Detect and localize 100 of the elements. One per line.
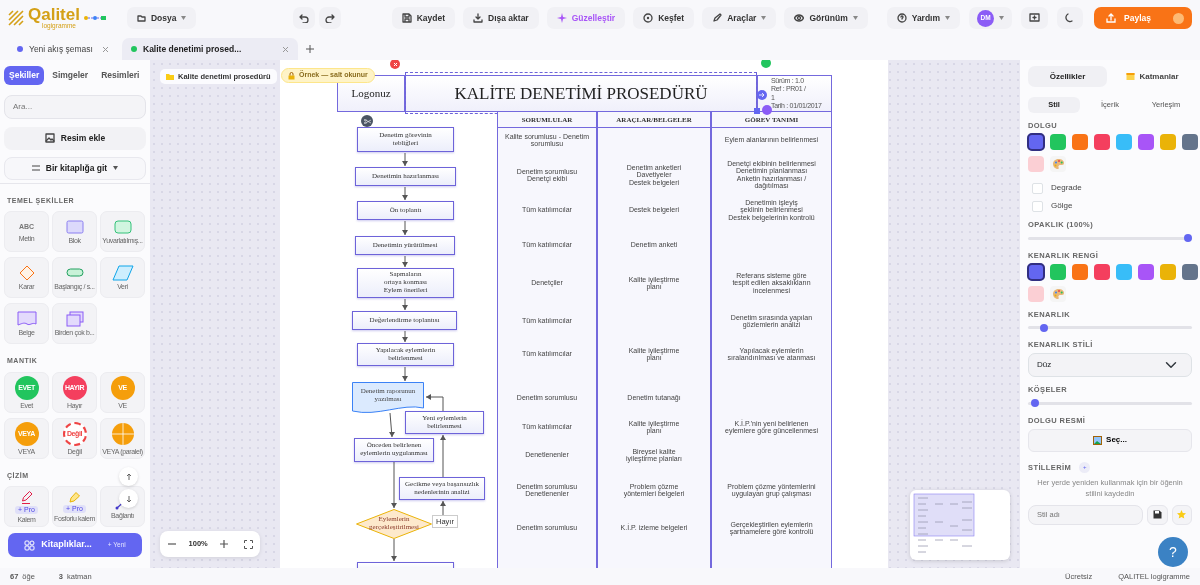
file-menu[interactable]: Dosya (126, 7, 197, 29)
folder-icon (136, 14, 146, 22)
caret-icon (113, 166, 119, 171)
color-swatch[interactable] (1116, 134, 1132, 151)
checkbox-label: Degrade (1051, 182, 1082, 195)
palette-button[interactable] (1050, 285, 1066, 302)
color-swatch[interactable] (1160, 134, 1176, 151)
color-swatch[interactable] (1028, 156, 1044, 173)
connector-arrow (402, 366, 408, 382)
eye-icon (794, 13, 805, 23)
slider-track[interactable] (1028, 323, 1192, 332)
connector-line (442, 396, 444, 412)
plus-icon (306, 45, 314, 53)
panel-tab[interactable]: Özellikler (1028, 66, 1107, 87)
color-swatch[interactable] (1028, 134, 1044, 151)
undo-button[interactable] (293, 7, 316, 29)
add-image-button[interactable]: Resim ekle (4, 126, 146, 150)
image-icon (44, 133, 55, 144)
toolbar-button[interactable]: Kaydet (391, 7, 456, 29)
color-swatch[interactable] (1028, 263, 1044, 280)
logo-icon (8, 10, 24, 26)
minimap[interactable] (910, 490, 1010, 560)
connector-arrow (402, 152, 408, 167)
toolbar-button[interactable]: Dışa aktar (463, 7, 539, 29)
color-swatch[interactable] (1094, 263, 1110, 280)
slider-thumb[interactable] (1184, 234, 1192, 242)
arrow-down-icon (124, 494, 133, 503)
color-swatch[interactable] (1138, 263, 1154, 280)
color-swatch[interactable] (1160, 263, 1176, 280)
color-swatch[interactable] (1182, 263, 1198, 280)
diagram-title: KALİTE DENETİMİ PROSEDÜRÜ (405, 75, 757, 112)
slider-track[interactable] (1028, 233, 1192, 243)
help-button[interactable]: ? (1158, 537, 1188, 567)
connector-arrow (425, 394, 444, 400)
panel-tab[interactable]: Katmanlar (1113, 66, 1192, 87)
redo-button[interactable] (319, 7, 342, 29)
arrow-up-icon (124, 472, 133, 481)
connector-arrow (440, 500, 446, 516)
lock-icon (288, 71, 295, 80)
download-icon (473, 13, 484, 23)
scissors-icon (363, 118, 371, 124)
slider-thumb[interactable] (1040, 323, 1049, 332)
checkbox[interactable] (1032, 200, 1043, 212)
connector-arrow (391, 461, 397, 509)
slider-thumb[interactable] (1031, 399, 1040, 407)
toolbar-menu[interactable]: Görünüm (784, 7, 868, 29)
note-icon (1126, 72, 1136, 81)
color-swatch[interactable] (1116, 263, 1132, 280)
color-swatch[interactable] (1138, 134, 1154, 151)
fullscreen-button[interactable] (241, 537, 256, 551)
color-swatch[interactable] (1094, 134, 1110, 151)
save-style-button[interactable] (1147, 504, 1168, 525)
slider-track[interactable] (1028, 398, 1192, 408)
connector-arrow (402, 298, 408, 311)
toolbar-button[interactable]: Keşfet (633, 7, 695, 29)
link-handle[interactable] (757, 90, 767, 100)
close-icon (392, 61, 398, 67)
connector-arrow (402, 220, 408, 236)
logo-text: Qalitel (28, 6, 80, 24)
sparkle-icon (556, 13, 567, 23)
floppy-icon (401, 13, 412, 23)
highlighter-icon (69, 491, 80, 503)
border-style-select[interactable]: Düz (1028, 353, 1192, 378)
resize-handle[interactable] (754, 108, 760, 114)
panel-tab[interactable]: Şekiller (4, 66, 45, 85)
palette-icon (1051, 287, 1065, 300)
help-menu[interactable]: Yardım (886, 7, 961, 29)
rotate-handle[interactable] (761, 60, 771, 68)
color-swatch[interactable] (1072, 134, 1088, 151)
picture-icon (1093, 435, 1103, 445)
badge-dot (1173, 12, 1184, 24)
checkbox[interactable] (1032, 182, 1043, 194)
color-swatch[interactable] (1072, 263, 1088, 280)
connection-handle[interactable] (762, 105, 772, 115)
document-tab[interactable]: Yeni akış şeması (8, 38, 118, 60)
choose-image-button[interactable]: Seç... (1028, 428, 1192, 452)
toolbar-menu[interactable]: Araçlar (702, 7, 777, 29)
tab-label: Yeni akış şeması (29, 42, 94, 56)
panel-tab[interactable]: Resimleri (96, 66, 145, 85)
theme-button[interactable] (1057, 7, 1084, 29)
color-swatch[interactable] (1050, 263, 1066, 280)
grid-icon (24, 539, 36, 551)
color-swatch[interactable] (1182, 134, 1198, 151)
panel-tab[interactable]: Simgeler (47, 66, 94, 85)
upload-icon (1106, 13, 1117, 23)
toolbar-button[interactable]: Güzelleştir (546, 7, 626, 29)
palette-button[interactable] (1050, 156, 1066, 173)
library-dropdown[interactable]: Bir kitaplığa git (4, 156, 146, 180)
connector-arrow (440, 434, 446, 478)
scroll-up-button[interactable] (119, 467, 138, 486)
connector-arrow (389, 412, 395, 438)
document-tab[interactable]: Kalite denetimi prosed... (122, 38, 298, 60)
color-swatch[interactable] (1050, 134, 1066, 151)
search-field[interactable]: Ara... (4, 94, 146, 119)
color-swatch[interactable] (1028, 285, 1044, 302)
present-button[interactable] (1021, 7, 1049, 29)
connector-icon (83, 15, 106, 21)
delete-handle[interactable] (390, 60, 400, 69)
caret-icon (945, 16, 951, 20)
compass-icon (643, 13, 654, 23)
